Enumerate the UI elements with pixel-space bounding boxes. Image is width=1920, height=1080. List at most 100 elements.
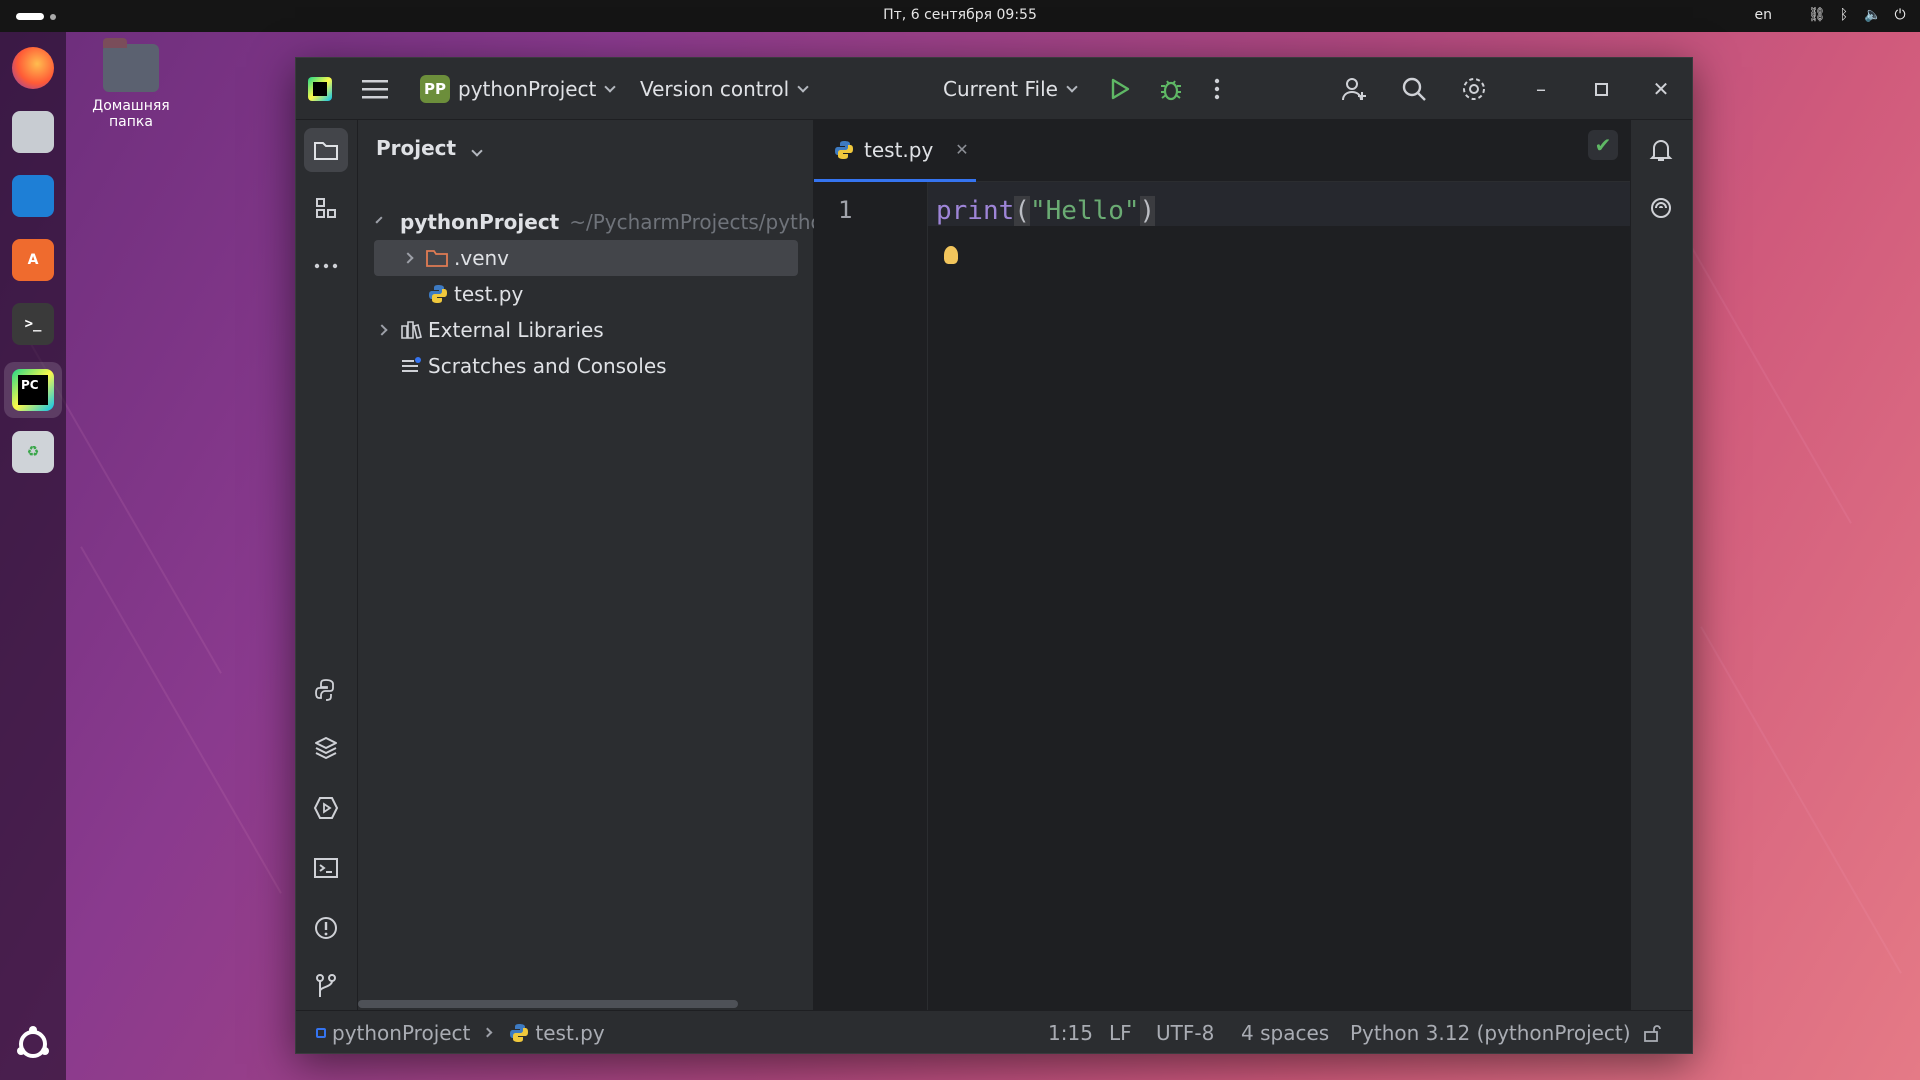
project-switcher[interactable]: PP pythonProject <box>420 58 617 120</box>
python-file-icon <box>510 1023 529 1042</box>
notifications-button[interactable] <box>1639 128 1683 172</box>
lightbulb-icon[interactable] <box>944 246 958 264</box>
project-panel-title: Project <box>376 136 457 160</box>
bell-icon <box>1649 140 1673 161</box>
project-panel-header[interactable]: Project <box>376 136 483 160</box>
dock-terminal[interactable]: >_ <box>9 300 57 348</box>
indent-setting[interactable]: 4 spaces <box>1241 1011 1329 1053</box>
chevron-right-icon <box>482 1027 493 1038</box>
file-encoding[interactable]: UTF-8 <box>1156 1011 1214 1053</box>
settings-button[interactable] <box>1460 58 1488 120</box>
tree-item-project-root[interactable]: pythonProject ~/PycharmProjects/pytho <box>358 204 823 240</box>
version-control-label: Version control <box>640 77 790 101</box>
editor-tabs: test.py ✕ <box>814 120 1632 182</box>
breadcrumb-file[interactable]: test.py <box>535 1021 604 1045</box>
code-paren-close: ) <box>1139 196 1156 226</box>
pycharm-icon: PC <box>12 369 54 411</box>
bug-icon <box>1161 80 1181 101</box>
line-gutter: 1 <box>814 182 928 1012</box>
close-tab-icon[interactable]: ✕ <box>955 140 968 159</box>
dock-files[interactable] <box>9 108 57 156</box>
terminal-icon: >_ <box>12 303 54 345</box>
dock-writer[interactable] <box>9 172 57 220</box>
tree-item-scratches[interactable]: Scratches and Consoles <box>358 348 798 384</box>
folder-icon <box>426 250 448 267</box>
code-string: "Hello" <box>1029 196 1140 226</box>
layers-icon <box>315 737 337 759</box>
minimize-icon: – <box>1536 77 1546 101</box>
minimize-button[interactable]: – <box>1516 58 1566 120</box>
dock-firefox[interactable] <box>9 44 57 92</box>
run-config-selector[interactable]: Current File <box>943 58 1078 120</box>
python-file-icon <box>835 140 853 159</box>
chevron-down-icon <box>797 81 809 93</box>
main-toolbar: PP pythonProject Version control Current… <box>296 58 1692 120</box>
chevron-right-icon <box>376 324 388 336</box>
code-line-1[interactable]: print("Hello") <box>936 196 1156 226</box>
dock-trash[interactable]: ♻ <box>9 428 57 476</box>
tree-label: pythonProject <box>400 210 560 234</box>
dock-pycharm[interactable]: PC <box>4 362 62 418</box>
maximize-button[interactable] <box>1576 58 1626 120</box>
tree-label: Scratches and Consoles <box>428 354 667 378</box>
desktop-home-folder[interactable]: Домашняя папка <box>70 38 192 130</box>
terminal-button[interactable] <box>304 846 348 890</box>
python-packages-button[interactable] <box>304 726 348 770</box>
caret-position[interactable]: 1:15 <box>1048 1011 1093 1053</box>
close-button[interactable]: ✕ <box>1636 58 1686 120</box>
services-button[interactable] <box>304 786 348 830</box>
dock-show-apps[interactable] <box>9 1020 57 1068</box>
python-console-button[interactable] <box>304 668 348 712</box>
tab-test-py[interactable]: test.py ✕ <box>814 120 976 182</box>
ai-assistant-icon <box>1651 198 1671 218</box>
dock-software[interactable]: A <box>9 236 57 284</box>
services-icon <box>313 797 339 819</box>
more-tools-button[interactable] <box>304 244 348 288</box>
code-keyword: print <box>936 196 1015 226</box>
tree-path: ~/PycharmProjects/pytho <box>569 210 823 234</box>
debug-button[interactable] <box>1158 58 1184 120</box>
maximize-icon <box>1594 82 1608 96</box>
run-button[interactable] <box>1108 58 1132 120</box>
clock[interactable]: Пт, 6 сентября 09:55 <box>0 7 1920 23</box>
read-only-toggle[interactable] <box>1642 1011 1662 1053</box>
more-horizontal-icon <box>314 263 338 269</box>
close-icon: ✕ <box>1652 77 1670 101</box>
keyboard-layout[interactable]: en <box>1755 7 1773 23</box>
scratches-icon <box>402 357 421 372</box>
system-tray[interactable]: ⛓ ᛒ 🔈 ⏻ <box>1808 6 1908 24</box>
folder-icon <box>314 142 338 160</box>
line-number: 1 <box>838 196 853 224</box>
main-menu-button[interactable] <box>362 58 388 120</box>
breadcrumb-project[interactable]: pythonProject <box>332 1021 470 1045</box>
search-button[interactable] <box>1400 58 1428 120</box>
tree-item-venv[interactable]: .venv <box>374 240 798 276</box>
pycharm-logo <box>308 58 332 120</box>
more-actions-button[interactable] <box>1214 58 1220 120</box>
chevron-down-icon <box>375 216 383 224</box>
run-icon <box>1111 78 1130 100</box>
problems-button[interactable] <box>304 906 348 950</box>
interpreter-selector[interactable]: Python 3.12 (pythonProject) <box>1350 1011 1631 1053</box>
structure-tool-button[interactable] <box>304 186 348 230</box>
horizontal-scrollbar[interactable] <box>358 1000 738 1008</box>
line-separator[interactable]: LF <box>1109 1011 1132 1053</box>
git-button[interactable] <box>304 964 348 1008</box>
tree-item-external-libraries[interactable]: External Libraries <box>358 312 798 348</box>
inspection-ok-icon[interactable]: ✔ <box>1588 130 1618 160</box>
tree-item-test-py[interactable]: test.py <box>358 276 798 312</box>
terminal-icon <box>314 858 338 878</box>
project-name: pythonProject <box>458 77 597 101</box>
bluetooth-icon: ᛒ <box>1839 7 1849 23</box>
library-icon <box>401 321 422 339</box>
module-icon <box>316 1027 326 1038</box>
dock: A >_ PC ♻ <box>0 32 66 1080</box>
project-tool-button[interactable] <box>304 128 348 172</box>
system-top-bar: Пт, 6 сентября 09:55 en ⛓ ᛒ 🔈 ⏻ <box>0 0 1920 32</box>
git-branch-icon <box>316 974 336 997</box>
hamburger-icon <box>362 80 388 99</box>
code-with-me-button[interactable] <box>1340 58 1368 120</box>
version-control-menu[interactable]: Version control <box>640 58 809 120</box>
home-folder-label: Домашняя папка <box>92 98 170 130</box>
ai-assistant-button[interactable] <box>1639 186 1683 230</box>
